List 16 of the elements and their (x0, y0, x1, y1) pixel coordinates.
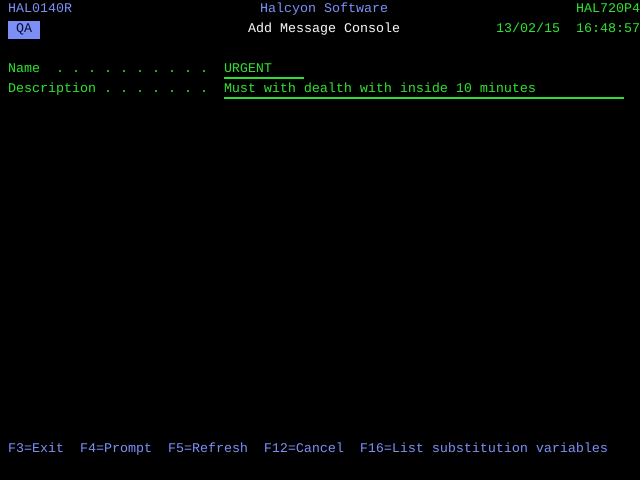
function-key[interactable]: F5=Refresh (168, 440, 248, 460)
input-field[interactable]: URGENT (224, 61, 304, 79)
function-key[interactable]: F16=List substitution variables (360, 440, 608, 460)
environment-badge: QA (8, 21, 40, 39)
screen-title: Add Message Console (248, 21, 400, 39)
system-name: HAL720P4 (576, 1, 640, 19)
program-name: HAL0140R (8, 1, 72, 19)
date-text: 13/02/15 (496, 21, 560, 39)
input-field[interactable]: Must with dealth with inside 10 minutes (224, 81, 624, 99)
field-label: Description . . . . . . . (8, 81, 209, 99)
company-name: Halcyon Software (260, 1, 388, 19)
function-key[interactable]: F12=Cancel (264, 440, 344, 460)
field-label: Name . . . . . . . . . . (8, 61, 209, 79)
function-key[interactable]: F4=Prompt (80, 440, 152, 460)
time-text: 16:48:57 (576, 21, 640, 39)
function-key[interactable]: F3=Exit (8, 440, 64, 460)
